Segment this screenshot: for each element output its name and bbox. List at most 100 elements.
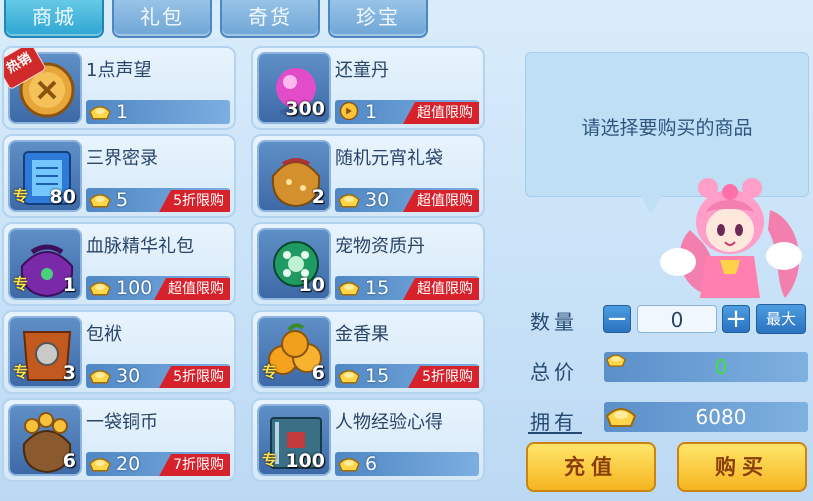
limited-sale-tag: 5折限购 [159, 366, 230, 388]
item-price-bar: 30 超值限购 [335, 188, 479, 212]
gold-ingot-icon [605, 408, 637, 427]
max-quantity-button[interactable]: 最大 [756, 304, 806, 334]
item-price: 6 [365, 453, 378, 475]
shop-item-card[interactable]: 热销 1点声望 1 [2, 46, 236, 130]
recharge-button[interactable]: 充值 [526, 442, 656, 492]
item-price: 1 [116, 101, 129, 123]
owned-value: 6080 [695, 405, 747, 429]
limited-sale-tag: 超值限购 [403, 190, 479, 212]
item-icon-frame: 专3 [8, 316, 82, 388]
item-stock-count: 1 [62, 274, 76, 296]
gold-ingot-icon [338, 194, 360, 208]
item-icon-frame: 2 [257, 140, 331, 212]
tab-bar: 商城 礼包 奇货 珍宝 [0, 0, 440, 40]
gold-ingot-icon [338, 458, 360, 472]
item-price: 15 [365, 277, 390, 299]
prompt-text: 请选择要购买的商品 [581, 117, 753, 139]
total-price-label: 总价 [530, 360, 578, 384]
total-price-bar: 0 [604, 352, 808, 382]
gold-ingot-icon [89, 194, 111, 208]
gold-ingot-icon [606, 354, 626, 367]
quantity-minus-button[interactable]: − [603, 305, 631, 333]
item-name: 随机元宵礼袋 [335, 148, 443, 169]
item-price-bar: 1 [86, 100, 230, 124]
gold-ingot-icon [89, 106, 111, 120]
shop-item-card[interactable]: 专 1 血脉精华礼包 100 超值限购 [2, 222, 236, 306]
tab-shop[interactable]: 商城 [4, 0, 104, 38]
item-stock-count: 10 [298, 274, 325, 296]
item-name: 金香果 [335, 324, 389, 345]
item-price-bar: 5 5折限购 [86, 188, 230, 212]
tab-treasure[interactable]: 珍宝 [328, 0, 428, 38]
limited-sale-tag: 7折限购 [159, 454, 230, 476]
limited-sale-tag: 5折限购 [159, 190, 230, 212]
owned-label: 拥有 [530, 410, 578, 434]
item-name: 三界密录 [86, 148, 158, 169]
item-icon-frame: 专6 [257, 316, 331, 388]
limited-sale-tag: 5折限购 [408, 366, 479, 388]
shop-item-card[interactable]: 专 100 人物经验心得 6 [251, 398, 485, 482]
gold-coin-icon [339, 101, 359, 121]
shop-item-card[interactable]: 6 一袋铜币 20 7折限购 [2, 398, 236, 482]
owned-bar: 6080 [604, 402, 808, 432]
item-stock-count: 2 [311, 186, 325, 208]
shop-item-card[interactable]: 300 还童丹 1 超值限购 [251, 46, 485, 130]
mascot-character-icon [660, 178, 802, 298]
gold-ingot-icon [89, 282, 111, 296]
item-price-bar: 100 超值限购 [86, 276, 230, 300]
shop-item-card[interactable]: 10 宠物资质丹 15 超值限购 [251, 222, 485, 306]
item-stock-count: 80 [49, 186, 76, 208]
tab-rare-goods[interactable]: 奇货 [220, 0, 320, 38]
exclusive-tag: 专 [13, 363, 29, 381]
item-name: 一袋铜币 [86, 412, 158, 433]
item-price: 20 [116, 453, 141, 475]
limited-sale-tag: 超值限购 [154, 278, 230, 300]
item-price: 100 [116, 277, 153, 299]
item-icon-frame: 专1 [8, 228, 82, 300]
gold-ingot-icon [89, 370, 111, 384]
item-price-bar: 15 5折限购 [335, 364, 479, 388]
total-price-value: 0 [714, 355, 728, 379]
item-grid: 热销 1点声望 1 300 还童丹 1 超值限购专 80 三界密录 5 5折限购 2 随机元宵礼袋 30 超… [0, 44, 500, 501]
item-name: 还童丹 [335, 60, 389, 81]
shop-item-card[interactable]: 2 随机元宵礼袋 30 超值限购 [251, 134, 485, 218]
exclusive-tag: 专 [13, 275, 29, 293]
item-icon-frame: 6 [8, 404, 82, 476]
item-price-bar: 30 5折限购 [86, 364, 230, 388]
limited-sale-tag: 超值限购 [403, 102, 479, 124]
item-price-bar: 20 7折限购 [86, 452, 230, 476]
item-icon-frame: 300 [257, 52, 331, 124]
item-stock-count: 3 [62, 362, 76, 384]
item-price-bar: 6 [335, 452, 479, 476]
item-name: 血脉精华礼包 [86, 236, 194, 257]
item-stock-count: 300 [285, 98, 325, 120]
item-price-bar: 15 超值限购 [335, 276, 479, 300]
quantity-plus-button[interactable]: + [722, 305, 750, 333]
item-price: 30 [365, 189, 390, 211]
exclusive-tag: 专 [13, 187, 29, 205]
item-stock-count: 6 [62, 450, 76, 472]
item-name: 1点声望 [86, 60, 152, 81]
item-name: 宠物资质丹 [335, 236, 425, 257]
item-icon-frame: 10 [257, 228, 331, 300]
gold-ingot-icon [89, 458, 111, 472]
gold-ingot-icon [338, 282, 360, 296]
shop-item-card[interactable]: 专 6 金香果 15 5折限购 [251, 310, 485, 394]
shop-item-card[interactable]: 专 3 包袱 30 5折限购 [2, 310, 236, 394]
item-price: 1 [365, 101, 378, 123]
shop-item-card[interactable]: 专 80 三界密录 5 5折限购 [2, 134, 236, 218]
buy-button[interactable]: 购买 [677, 442, 807, 492]
item-stock-count: 6 [311, 362, 325, 384]
item-price-bar: 1 超值限购 [335, 100, 479, 124]
item-icon-frame: 专 100 [257, 404, 331, 476]
item-icon-frame: 专 80 [8, 140, 82, 212]
item-stock-count: 100 [285, 450, 325, 472]
item-price: 5 [116, 189, 129, 211]
owned-underline [528, 432, 582, 434]
item-price: 15 [365, 365, 390, 387]
exclusive-tag: 专 [262, 451, 278, 469]
tab-gift-pack[interactable]: 礼包 [112, 0, 212, 38]
limited-sale-tag: 超值限购 [403, 278, 479, 300]
quantity-label: 数量 [530, 310, 578, 334]
quantity-input[interactable]: 0 [637, 305, 717, 333]
